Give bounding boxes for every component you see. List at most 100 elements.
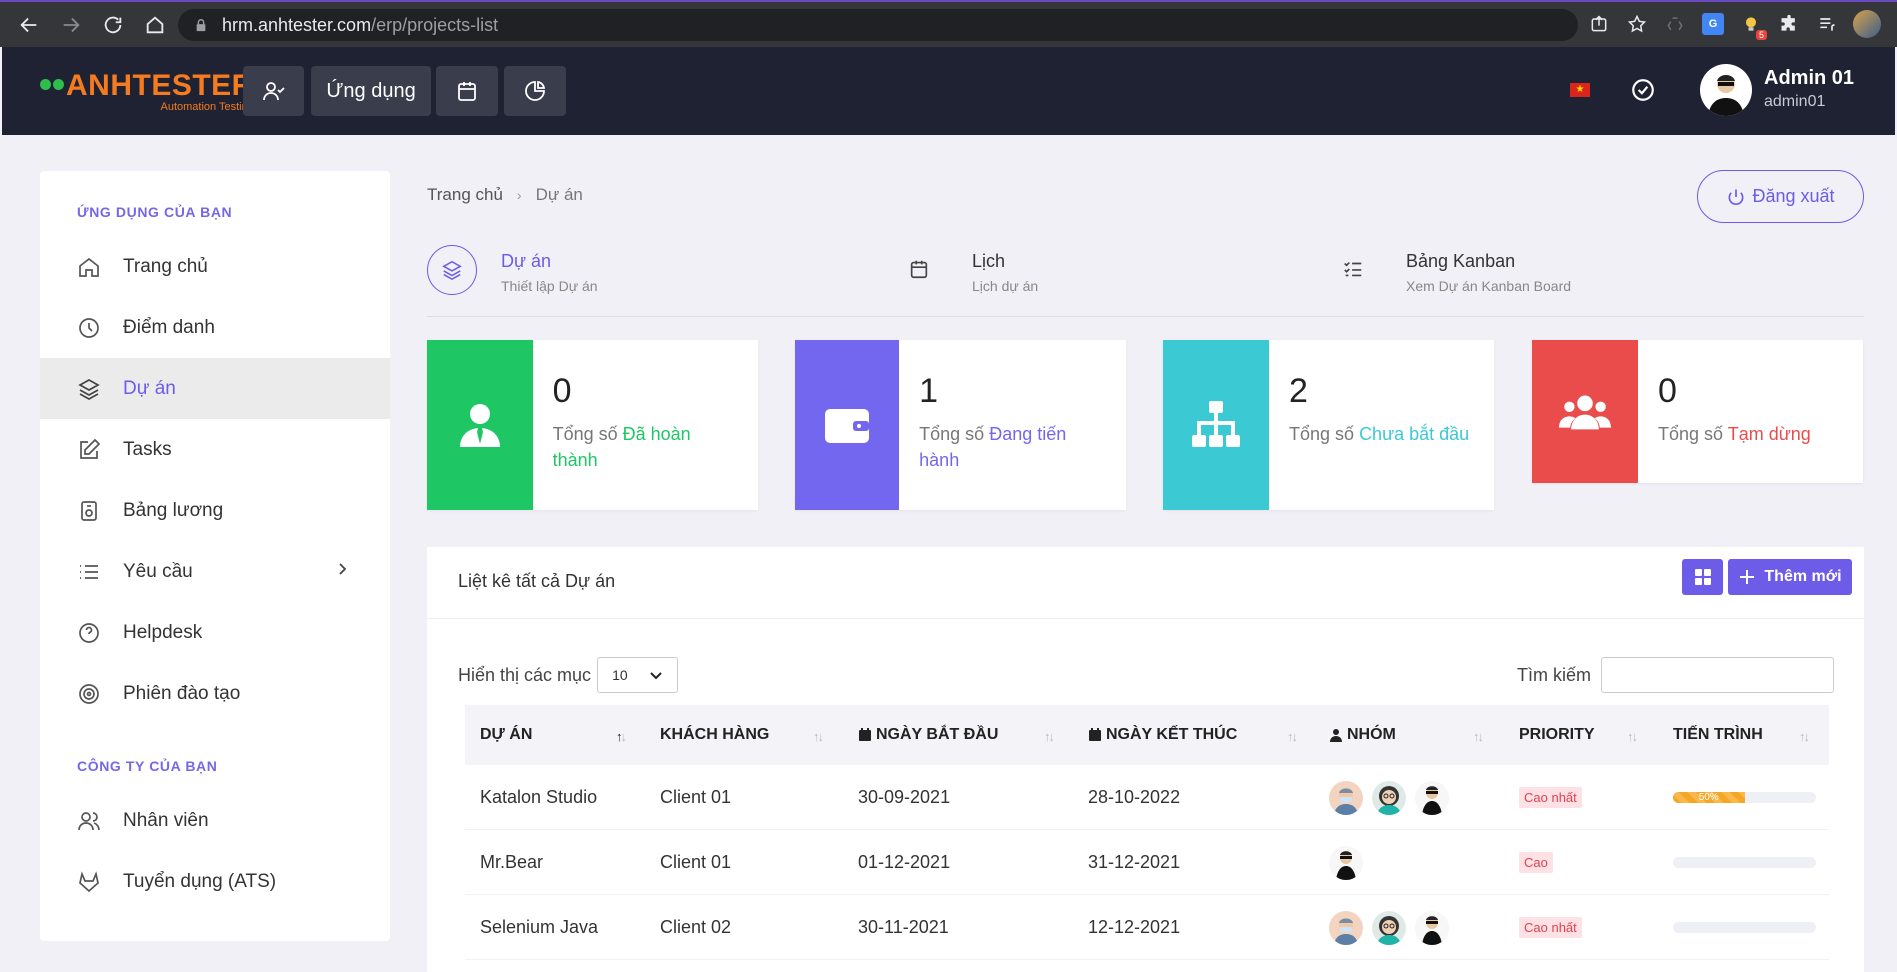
browser-profile-avatar[interactable] xyxy=(1853,10,1881,38)
column-header-client[interactable]: KHÁCH HÀNG xyxy=(660,705,769,765)
tab-calendar[interactable]: Lịch Lịch dự án xyxy=(908,243,1038,294)
team-member-avatar[interactable] xyxy=(1329,780,1363,815)
stat-card-not-started[interactable]: 2 Tổng số Chưa bắt đầu xyxy=(1163,340,1494,510)
column-label: KHÁCH HÀNG xyxy=(660,726,770,743)
search-input[interactable] xyxy=(1601,657,1834,693)
search-control: Tìm kiếm xyxy=(1517,657,1834,693)
stat-label: Chưa bắt đầu xyxy=(1359,424,1470,444)
cell-end-date: 31-12-2021 xyxy=(1088,852,1181,872)
progress-fill: 50% xyxy=(1673,792,1745,803)
column-header-progress[interactable]: TIẾN TRÌNH xyxy=(1673,705,1763,765)
target-icon xyxy=(77,682,101,706)
team-member-avatar[interactable] xyxy=(1329,910,1363,945)
users-group-icon xyxy=(1532,340,1638,483)
sidebar-item-training[interactable]: Phiên đào tạo xyxy=(40,663,390,724)
projects-panel: Liệt kê tất cả Dự án Thêm mới Hiển thị c… xyxy=(427,547,1864,972)
team-member-avatar[interactable] xyxy=(1415,780,1449,815)
stat-card-completed[interactable]: 0 Tổng số Đã hoàn thành xyxy=(427,340,758,510)
column-header-priority[interactable]: PRIORITY xyxy=(1519,705,1595,765)
calendar-button[interactable] xyxy=(436,66,498,116)
power-icon xyxy=(1729,189,1744,205)
page-length-select[interactable]: 10 xyxy=(597,657,679,693)
google-translate-icon[interactable]: G xyxy=(1701,12,1725,36)
project-tabs: Dự án Thiết lập Dự án Lịch Lịch dự án Bả… xyxy=(427,243,1864,317)
sidebar-item-projects[interactable]: Dự án xyxy=(40,358,390,419)
share-icon[interactable] xyxy=(1587,12,1611,36)
sidebar-item-payroll[interactable]: Bảng lương xyxy=(40,480,390,541)
address-bar[interactable]: hrm.anhtester.com/erp/projects-list xyxy=(178,9,1578,41)
team-member-avatar[interactable] xyxy=(1415,910,1449,945)
forward-icon[interactable] xyxy=(54,8,88,42)
priority-badge: Cao nhất xyxy=(1519,917,1582,938)
progress-bar: 50% xyxy=(1673,792,1816,803)
vietnam-flag-icon[interactable]: ★ xyxy=(1570,83,1590,97)
grid-view-button[interactable] xyxy=(1682,559,1723,595)
home-icon[interactable] xyxy=(138,8,172,42)
logout-button[interactable]: Đăng xuất xyxy=(1697,170,1864,223)
cell-project[interactable]: Katalon Studio xyxy=(480,765,597,830)
table-row[interactable]: Mr.Bear Client 01 01-12-2021 31-12-2021 … xyxy=(465,830,1829,895)
sidebar-item-tasks[interactable]: Tasks xyxy=(40,419,390,480)
sidebar-item-label: Tasks xyxy=(123,438,172,460)
cell-project[interactable]: Selenium Java xyxy=(480,895,598,960)
team-member-avatar[interactable] xyxy=(1372,910,1406,945)
table-row[interactable]: Selenium Java Client 02 30-11-2021 12-12… xyxy=(465,895,1829,960)
user-check-button[interactable] xyxy=(243,66,304,116)
sidebar-item-employees[interactable]: Nhân viên xyxy=(40,790,390,851)
cell-priority: Cao xyxy=(1519,830,1553,895)
sitemap-icon xyxy=(1163,340,1269,510)
column-header-team[interactable]: NHÓM xyxy=(1329,705,1396,765)
stat-card-paused[interactable]: 0 Tổng số Tạm dừng xyxy=(1532,340,1863,483)
column-label: NGÀY BẮT ĐẦU xyxy=(876,726,999,743)
sidebar-item-label: Điểm danh xyxy=(123,316,215,338)
sidebar-item-requests[interactable]: Yêu cầu xyxy=(40,541,390,602)
lightbulb-extension-icon[interactable]: 5 xyxy=(1739,12,1767,40)
stat-card-in-progress[interactable]: 1 Tổng số Đang tiến hành xyxy=(795,340,1126,510)
team-member-avatar[interactable] xyxy=(1329,845,1363,880)
media-list-icon[interactable] xyxy=(1815,12,1839,36)
table-header: DỰ ÁN ↑↓ KHÁCH HÀNG ↑↓ NGÀY BẮT ĐẦU ↑↓ N… xyxy=(465,705,1829,765)
table-row[interactable]: Katalon Studio Client 01 30-09-2021 28-1… xyxy=(465,765,1829,830)
tab-subtitle: Thiết lập Dự án xyxy=(501,278,598,294)
column-label: DỰ ÁN xyxy=(480,726,533,743)
user-avatar[interactable] xyxy=(1700,64,1752,116)
pie-chart-button[interactable] xyxy=(504,66,566,116)
sidebar-item-label: Tuyển dụng (ATS) xyxy=(123,870,277,892)
breadcrumb-home[interactable]: Trang chủ xyxy=(427,185,503,205)
tab-title: Bảng Kanban xyxy=(1406,251,1516,271)
add-new-button[interactable]: Thêm mới xyxy=(1728,559,1852,595)
sidebar-item-home[interactable]: Trang chủ xyxy=(40,236,390,297)
sidebar-item-label: Trang chủ xyxy=(123,255,208,277)
tab-kanban[interactable]: Bảng Kanban Xem Dự án Kanban Board xyxy=(1342,243,1571,294)
reload-icon[interactable] xyxy=(96,8,130,42)
check-circle-icon[interactable] xyxy=(1630,77,1656,108)
user-name[interactable]: Admin 01 xyxy=(1764,67,1854,90)
layers-icon xyxy=(427,245,477,295)
bookmark-star-icon[interactable] xyxy=(1625,12,1649,36)
cell-progress xyxy=(1673,895,1816,960)
recycle-extension-icon[interactable] xyxy=(1663,12,1687,36)
tab-projects[interactable]: Dự án Thiết lập Dự án xyxy=(427,243,598,295)
team-member-avatar[interactable] xyxy=(1372,780,1406,815)
stat-prefix: Tổng số xyxy=(1658,424,1724,444)
column-header-start-date[interactable]: NGÀY BẮT ĐẦU xyxy=(858,705,998,765)
cell-project[interactable]: Mr.Bear xyxy=(480,830,543,895)
progress-bar xyxy=(1673,922,1816,933)
calendar-icon xyxy=(458,82,476,101)
help-circle-icon xyxy=(77,621,101,645)
sidebar-item-helpdesk[interactable]: Helpdesk xyxy=(40,602,390,663)
cell-team xyxy=(1329,895,1458,960)
tab-title: Lịch xyxy=(972,251,1006,271)
page-length-control: Hiển thị các mục 10 xyxy=(458,657,679,693)
stat-value: 2 xyxy=(1289,372,1308,410)
column-label: NGÀY KẾT THÚC xyxy=(1106,726,1238,743)
logo[interactable]: ANHTESTER Automation Testing xyxy=(40,69,254,113)
column-header-project[interactable]: DỰ ÁN xyxy=(480,705,532,765)
stat-prefix: Tổng số xyxy=(1289,424,1355,444)
column-header-end-date[interactable]: NGÀY KẾT THÚC xyxy=(1088,705,1237,765)
apps-button[interactable]: Ứng dụng xyxy=(311,66,431,116)
sidebar-item-attendance[interactable]: Điểm danh xyxy=(40,297,390,358)
back-icon[interactable] xyxy=(12,8,46,42)
puzzle-icon[interactable] xyxy=(1777,12,1801,36)
sidebar-item-recruitment[interactable]: Tuyển dụng (ATS) xyxy=(40,851,390,912)
